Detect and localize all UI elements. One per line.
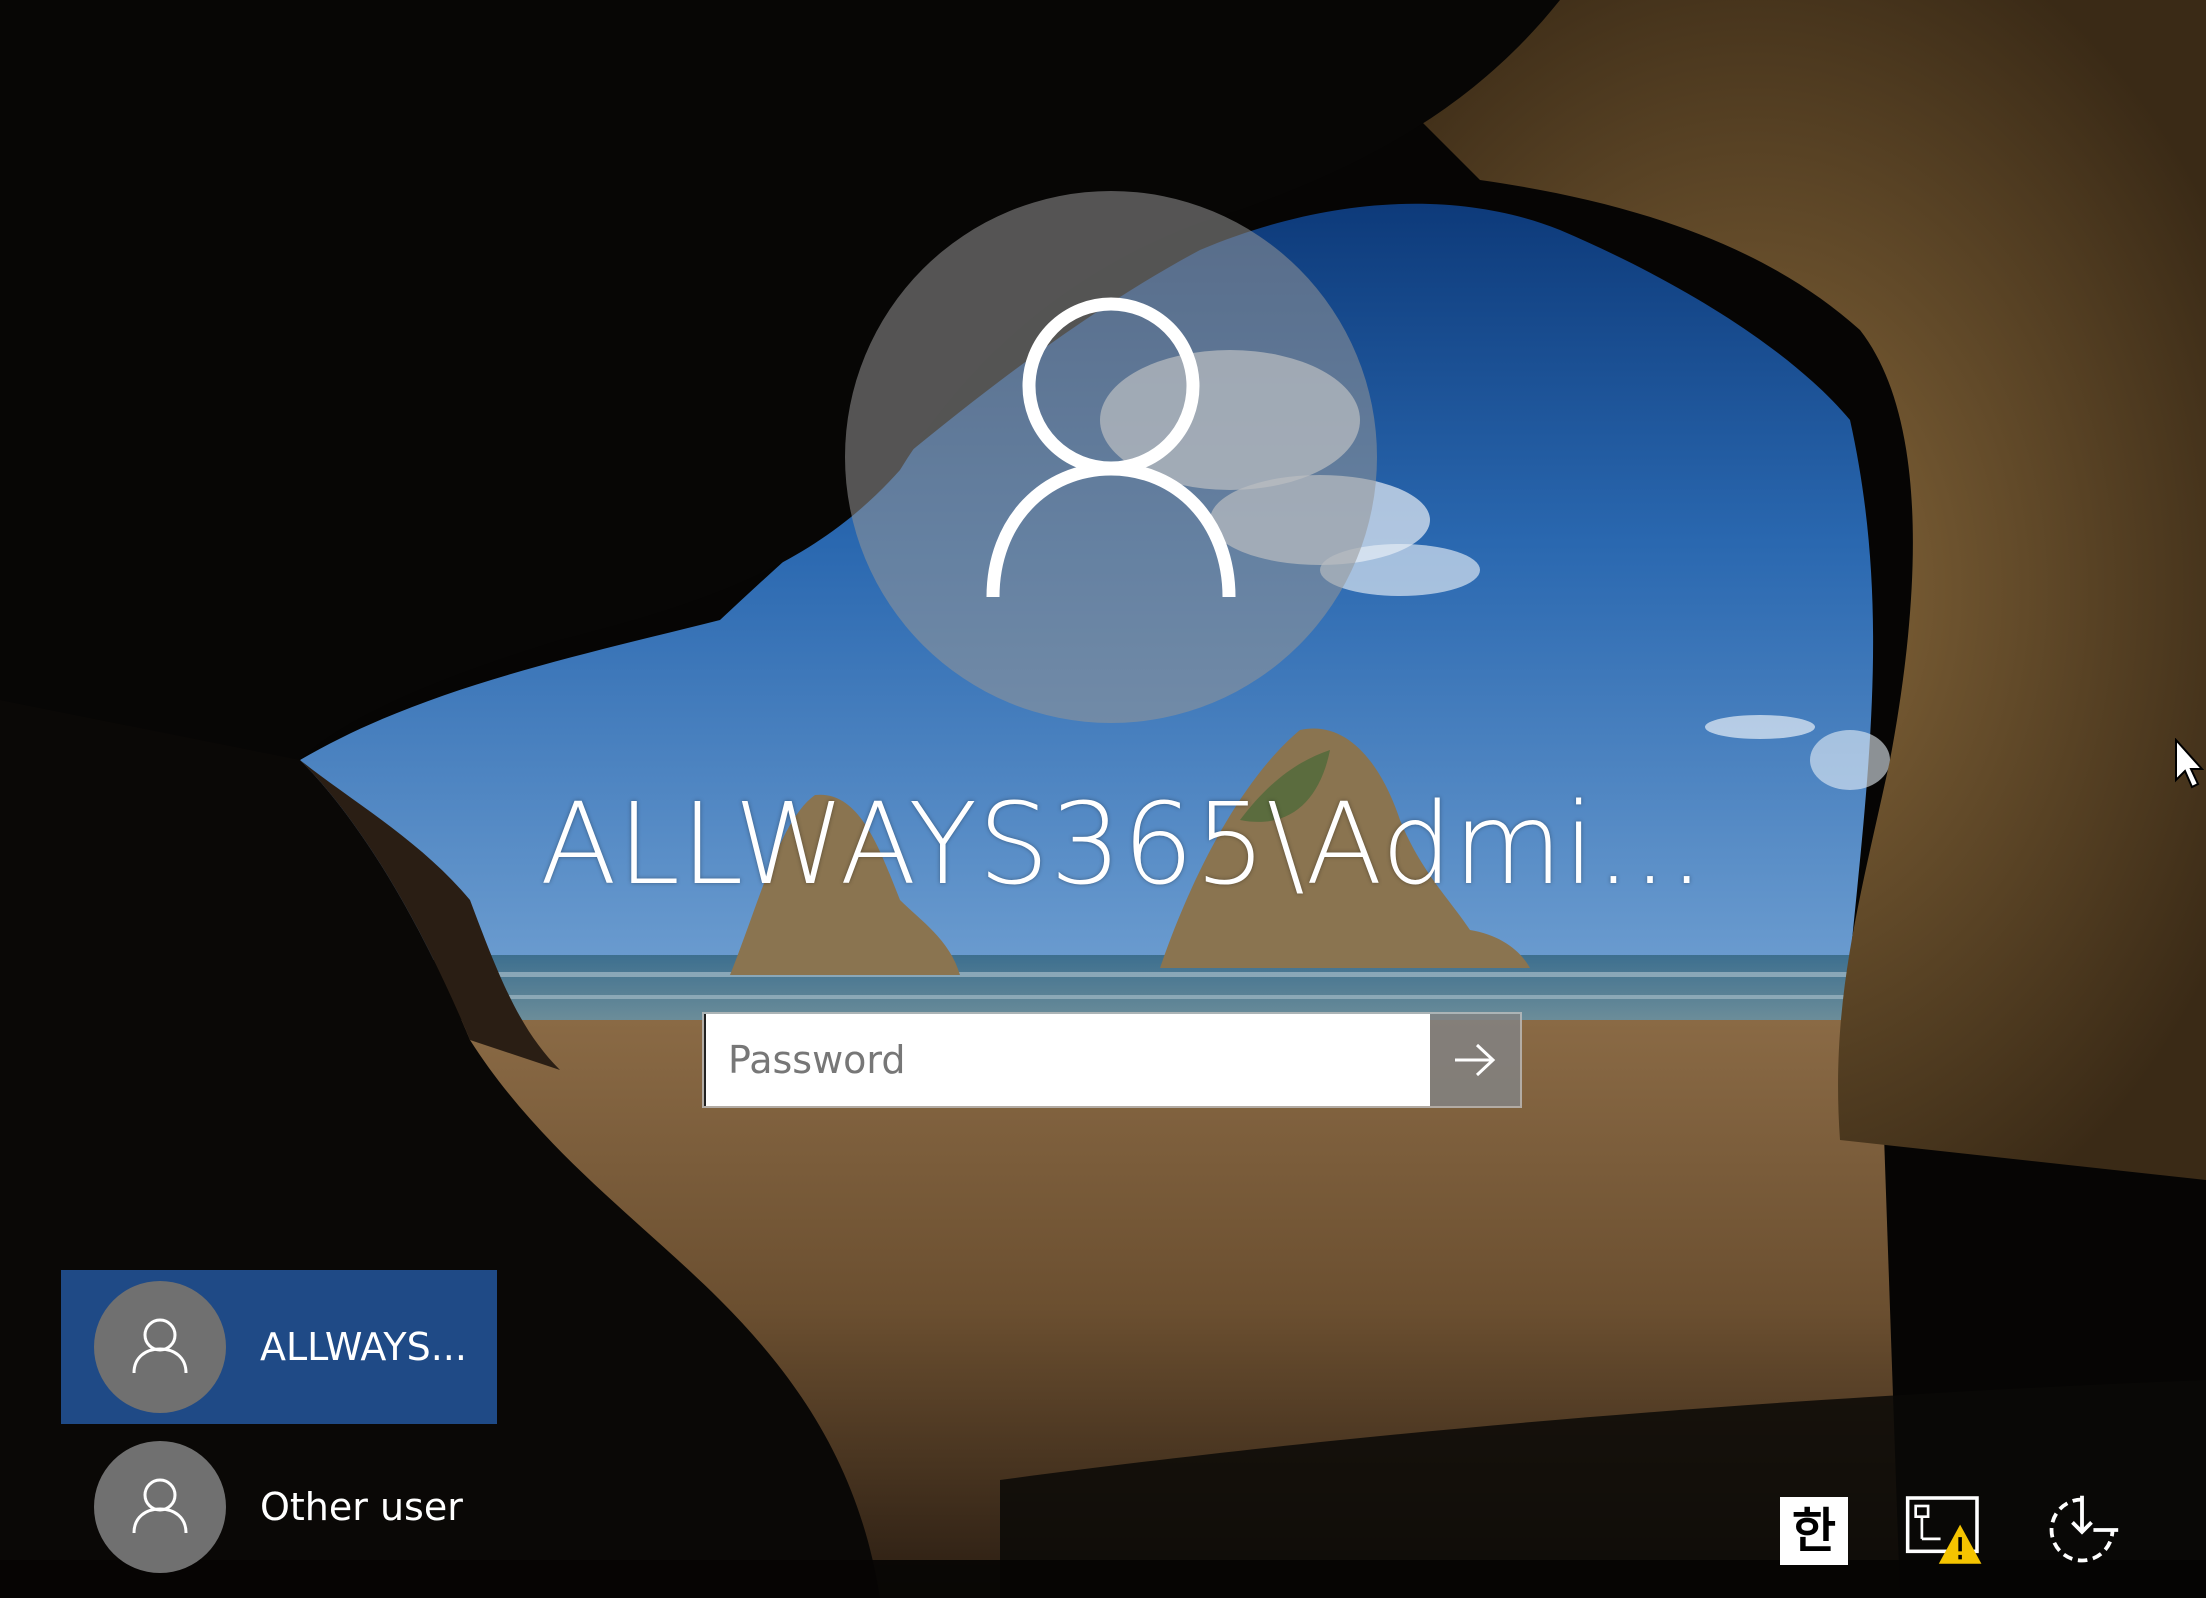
submit-button[interactable] [1430,1014,1520,1106]
user-list-item-label: Other user [260,1485,463,1529]
user-avatar-small [94,1281,226,1413]
user-list-item-other-user[interactable]: Other user [61,1430,497,1584]
user-avatar-large [845,191,1377,723]
password-input[interactable] [704,1014,1430,1106]
network-warning-icon[interactable] [1905,1490,1985,1570]
person-icon [986,297,1236,598]
mouse-cursor-icon [2175,738,2204,789]
user-list-item-allways[interactable]: ALLWAYS... [61,1270,497,1424]
account-name: ALLWAYS365\Admi... [540,780,1706,910]
input-method-icon[interactable]: 한 [1780,1497,1848,1565]
lock-screen: ALLWAYS365\Admi... ALLWAYS... Other user [0,0,2206,1598]
arrow-right-icon [1455,1043,1496,1077]
person-icon [132,1318,188,1374]
power-icon[interactable] [2042,1490,2122,1570]
password-row [702,1012,1522,1108]
user-list-item-label: ALLWAYS... [260,1325,467,1369]
user-avatar-small [94,1441,226,1573]
person-icon [132,1478,188,1534]
